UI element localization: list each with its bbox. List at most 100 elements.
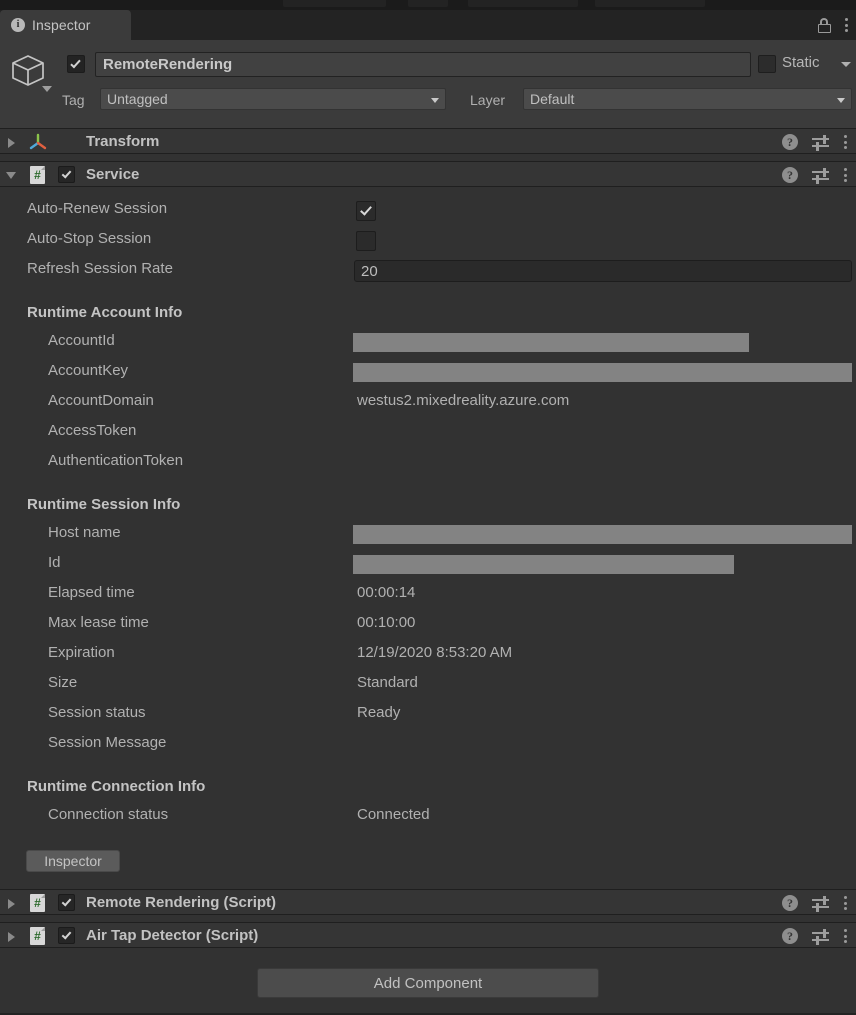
section-title: Runtime Session Info: [27, 496, 181, 513]
script-icon: #: [30, 166, 45, 184]
layer-label: Layer: [470, 92, 506, 108]
object-name-input[interactable]: RemoteRendering: [95, 52, 751, 77]
kebab-menu-icon[interactable]: [843, 896, 847, 910]
preset-icon[interactable]: [812, 168, 829, 184]
tab-inspector[interactable]: i Inspector: [0, 10, 131, 40]
field-row-accesstoken: AccessToken: [0, 422, 856, 452]
object-header: RemoteRendering Static Tag Untagged Laye…: [0, 40, 856, 128]
foldout-arrow-icon[interactable]: [8, 899, 15, 909]
preset-icon[interactable]: [812, 135, 829, 151]
field-row-size: Size Standard: [0, 674, 856, 704]
component-title-remote-rendering: Remote Rendering (Script): [86, 894, 277, 911]
object-enabled-checkbox[interactable]: [67, 55, 85, 73]
field-label: AccountId: [48, 332, 115, 349]
help-icon[interactable]: ?: [782, 167, 798, 183]
accountdomain-value: westus2.mixedreality.azure.com: [357, 392, 570, 409]
chevron-down-icon: [431, 98, 439, 103]
lock-icon[interactable]: [818, 17, 831, 33]
preset-icon[interactable]: [812, 896, 829, 912]
field-label: AccessToken: [48, 422, 137, 439]
section-title: Runtime Account Info: [27, 304, 183, 321]
toolbar-chip-3: [468, 0, 578, 7]
field-label: Id: [48, 554, 61, 571]
static-label: Static: [782, 54, 820, 71]
field-row-id: Id: [0, 554, 856, 584]
field-row-session-status: Session status Ready: [0, 704, 856, 734]
static-checkbox[interactable]: [758, 55, 776, 73]
section-header-runtime-session-info: Runtime Session Info: [0, 496, 856, 526]
field-label: Max lease time: [48, 614, 149, 631]
accountid-redacted-value: [353, 333, 749, 352]
chevron-down-icon: [837, 98, 845, 103]
field-row-max-lease-time: Max lease time 00:10:00: [0, 614, 856, 644]
help-icon[interactable]: ?: [782, 928, 798, 944]
tag-label: Tag: [62, 92, 85, 108]
accountkey-redacted-value: [353, 363, 852, 382]
toolbar-chip-4: [595, 0, 705, 7]
layer-dropdown[interactable]: Default: [523, 88, 852, 110]
component-header-remote-rendering[interactable]: # Remote Rendering (Script) ?: [0, 889, 856, 915]
component-actions-transform: ?: [782, 134, 847, 151]
help-icon[interactable]: ?: [782, 895, 798, 911]
field-label: Auto-Renew Session: [27, 200, 168, 217]
field-row-connection-status: Connection status Connected: [0, 806, 856, 836]
field-label: AccountDomain: [48, 392, 154, 409]
foldout-arrow-icon[interactable]: [6, 172, 16, 179]
auto-stop-session-checkbox[interactable]: [356, 231, 376, 251]
tab-bar: i Inspector: [0, 10, 856, 40]
foldout-arrow-icon[interactable]: [8, 932, 15, 942]
script-icon: #: [30, 927, 45, 945]
field-label: AuthenticationToken: [48, 452, 184, 469]
field-label: Connection status: [48, 806, 169, 823]
inspector-button[interactable]: Inspector: [26, 850, 120, 872]
static-dropdown-caret[interactable]: [841, 62, 851, 67]
tag-dropdown[interactable]: Untagged: [100, 88, 446, 110]
size-value: Standard: [357, 674, 418, 691]
field-label: Session Message: [48, 734, 167, 751]
field-label: Expiration: [48, 644, 115, 661]
foldout-arrow-icon[interactable]: [8, 138, 15, 148]
field-label: Elapsed time: [48, 584, 135, 601]
kebab-menu-icon[interactable]: [843, 168, 847, 182]
tag-layer-row: Tag Untagged Layer Default: [0, 88, 856, 114]
component-title-transform: Transform: [86, 133, 160, 150]
component-enabled-checkbox-remote-rendering[interactable]: [58, 894, 75, 911]
cutoff-toolbar-strip: [0, 0, 856, 10]
transform-axis-icon: [28, 133, 48, 151]
kebab-menu-icon[interactable]: [843, 929, 847, 943]
field-row-authenticationtoken: AuthenticationToken: [0, 452, 856, 482]
add-component-button[interactable]: Add Component: [257, 968, 599, 998]
field-label: Auto-Stop Session: [27, 230, 152, 247]
kebab-menu-icon[interactable]: [844, 18, 848, 32]
host-name-redacted-value: [353, 525, 852, 544]
preset-icon[interactable]: [812, 929, 829, 945]
component-header-service[interactable]: # Service ?: [0, 161, 856, 187]
section-title: Runtime Connection Info: [27, 778, 206, 795]
component-header-air-tap-detector[interactable]: # Air Tap Detector (Script) ?: [0, 922, 856, 948]
component-actions-air-tap-detector: ?: [782, 928, 847, 945]
help-icon[interactable]: ?: [782, 134, 798, 150]
section-header-runtime-connection-info: Runtime Connection Info: [0, 778, 856, 808]
field-label: Refresh Session Rate: [27, 260, 173, 277]
component-enabled-checkbox-service[interactable]: [58, 166, 75, 183]
tag-value: Untagged: [107, 91, 168, 107]
field-label: AccountKey: [48, 362, 129, 379]
component-enabled-checkbox-air-tap-detector[interactable]: [58, 927, 75, 944]
field-row-accountid: AccountId: [0, 332, 856, 362]
component-title-air-tap-detector: Air Tap Detector (Script): [86, 927, 259, 944]
toolbar-chip-1: [283, 0, 386, 7]
layer-value: Default: [530, 91, 575, 107]
refresh-session-rate-input[interactable]: 20: [354, 260, 852, 282]
section-header-runtime-account-info: Runtime Account Info: [0, 304, 856, 334]
tab-bar-actions: [818, 10, 848, 40]
auto-renew-session-checkbox[interactable]: [356, 201, 376, 221]
id-redacted-value: [353, 555, 734, 574]
component-actions-remote-rendering: ?: [782, 895, 847, 912]
inspector-window: i Inspector RemoteRendering Static Tag U…: [0, 0, 856, 1015]
kebab-menu-icon[interactable]: [843, 135, 847, 149]
tab-inspector-label: Inspector: [32, 17, 91, 33]
field-row-host-name: Host name: [0, 524, 856, 554]
field-row-accountkey: AccountKey: [0, 362, 856, 392]
component-header-transform[interactable]: Transform ?: [0, 128, 856, 154]
field-row-auto-stop-session: Auto-Stop Session: [0, 230, 856, 260]
